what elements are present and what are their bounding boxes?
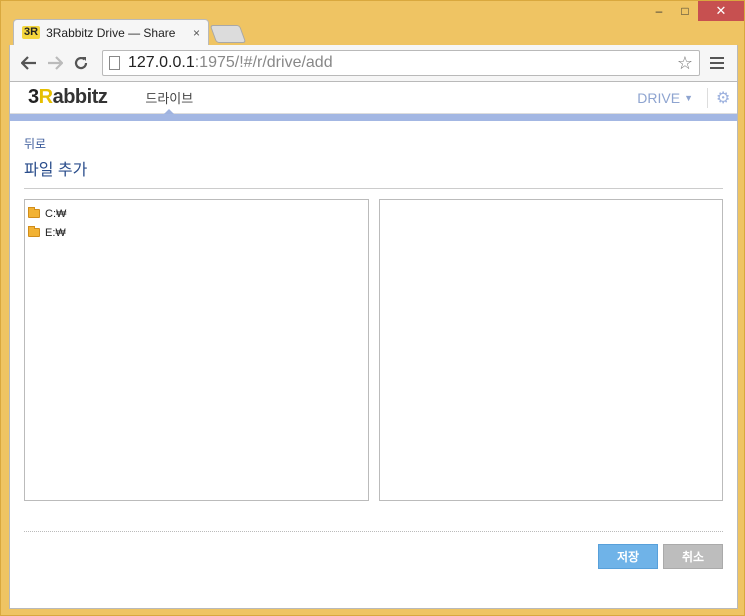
save-button[interactable]: 저장 — [598, 544, 658, 569]
app-logo[interactable]: 3Rabbitz — [28, 86, 108, 109]
url-path: :1975/!#/r/drive/add — [194, 54, 333, 71]
app-header: 3Rabbitz 드라이브 DRIVE ▼ ⚙ — [10, 82, 737, 114]
page-icon — [109, 56, 120, 70]
page-viewport: 3Rabbitz 드라이브 DRIVE ▼ ⚙ 뒤로 파일 추가 C:₩ E:₩… — [9, 81, 738, 609]
cancel-button[interactable]: 취소 — [663, 544, 723, 569]
drive-dropdown-label: DRIVE — [637, 89, 681, 106]
folder-tree-panel[interactable]: C:₩ E:₩ — [24, 199, 369, 501]
back-arrow-icon[interactable] — [16, 50, 42, 76]
forward-arrow-icon[interactable] — [42, 50, 68, 76]
tab-title: 3Rabbitz Drive — Share f — [46, 25, 177, 40]
tree-item-c-drive[interactable]: C:₩ — [28, 204, 365, 223]
back-link[interactable]: 뒤로 — [24, 135, 723, 152]
action-buttons: 저장 취소 — [24, 544, 723, 569]
logo-three: 3 — [28, 86, 39, 108]
settings-gear-icon[interactable]: ⚙ — [707, 87, 730, 108]
tree-item-label: C:₩ — [45, 207, 67, 220]
url-host: 127.0.0.1 — [128, 54, 195, 71]
reload-icon[interactable] — [68, 50, 94, 76]
browser-window: ‒ □ ✕ 3R 3Rabbitz Drive — Share f × 127.… — [0, 0, 745, 616]
browser-menu-icon[interactable] — [710, 57, 724, 69]
actions-divider — [24, 531, 723, 532]
title-divider — [24, 188, 723, 189]
nav-drive-tab[interactable]: 드라이브 — [145, 82, 193, 114]
tab-close-icon[interactable]: × — [193, 26, 200, 40]
minimize-button[interactable]: ‒ — [646, 1, 672, 21]
caret-down-icon: ▼ — [684, 92, 693, 103]
folder-icon — [28, 226, 40, 237]
browser-tab[interactable]: 3R 3Rabbitz Drive — Share f × — [13, 19, 209, 45]
logo-rest: abbitz — [52, 86, 108, 108]
window-close-button[interactable]: ✕ — [698, 1, 744, 21]
folder-icon — [28, 207, 40, 218]
panels: C:₩ E:₩ — [24, 199, 723, 501]
main-content: 뒤로 파일 추가 C:₩ E:₩ 저장 취소 — [10, 121, 737, 569]
accent-bar — [10, 114, 737, 121]
drive-dropdown[interactable]: DRIVE ▼ — [637, 90, 693, 106]
file-list-panel[interactable] — [379, 199, 723, 501]
favicon-icon: 3R — [22, 26, 41, 39]
maximize-button[interactable]: □ — [672, 1, 698, 21]
address-bar[interactable]: 127.0.0.1:1975/!#/r/drive/add ☆ — [102, 50, 700, 76]
window-controls: ‒ □ ✕ — [646, 1, 744, 23]
browser-toolbar: 127.0.0.1:1975/!#/r/drive/add ☆ — [9, 45, 738, 81]
folder-tree: C:₩ E:₩ — [25, 200, 368, 246]
logo-r: R — [38, 86, 53, 108]
tree-item-label: E:₩ — [45, 226, 66, 239]
bookmark-star-icon[interactable]: ☆ — [677, 53, 693, 74]
tree-item-e-drive[interactable]: E:₩ — [28, 223, 365, 242]
new-tab-button[interactable] — [209, 25, 247, 43]
page-title: 파일 추가 — [24, 162, 88, 179]
